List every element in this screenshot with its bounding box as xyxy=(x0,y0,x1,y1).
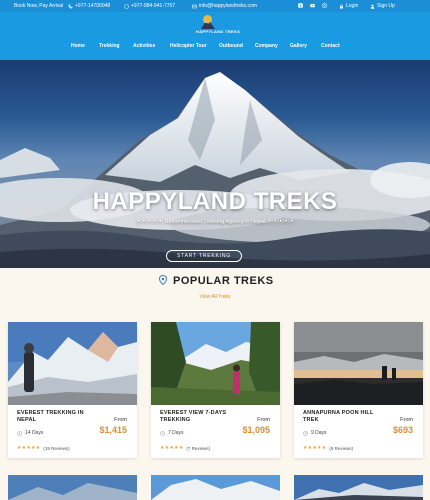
trek-reviews: (8 Reviews) xyxy=(329,445,354,451)
hero-banner: HAPPYLAND TREKS ⦿⦿⦿⦿⦿ Recommended Trekki… xyxy=(0,60,430,268)
phone-link-2[interactable]: +977-984-941-7757 xyxy=(124,3,175,9)
trek-title[interactable]: ANNAPURNA POON HILL TREK xyxy=(303,410,381,423)
trek-price: $1,415 xyxy=(99,425,127,435)
nav-outbound[interactable]: Outbound xyxy=(219,43,243,49)
map-pin-icon xyxy=(159,275,167,285)
trek-from-label: From xyxy=(400,417,413,423)
instagram-icon[interactable] xyxy=(322,3,327,8)
whatsapp-icon xyxy=(124,3,129,9)
nav-company[interactable]: Company xyxy=(255,43,278,49)
signup-link[interactable]: Sign Up xyxy=(370,3,395,9)
trek-rating: ★★★★★ (7 Reviews) xyxy=(160,445,210,451)
site-header: HAPPYLAND TREKS Home Trekking Activities… xyxy=(0,12,430,60)
trek-price: $1,095 xyxy=(242,425,270,435)
email-text: info@happylandtreks.com xyxy=(199,3,257,9)
user-icon xyxy=(370,4,375,9)
trek-image xyxy=(151,322,280,405)
trek-duration: 9 Days xyxy=(303,430,327,436)
trek-duration: 14 Days xyxy=(17,430,43,436)
hero-subtitle: ⦿⦿⦿⦿⦿ Recommended Trekking Agency in Nep… xyxy=(135,219,295,225)
main-nav: Home Trekking Activities Helicopter Tour… xyxy=(0,43,430,53)
hero-title: HAPPYLAND TREKS xyxy=(92,188,338,215)
star-rating-icon: ★★★★★ xyxy=(17,445,41,451)
hero-mountain-image xyxy=(0,72,430,268)
trek-image xyxy=(8,322,137,405)
trek-rating: ★★★★★ (8 Reviews) xyxy=(303,445,353,451)
clock-icon xyxy=(303,430,308,436)
youtube-icon[interactable] xyxy=(310,3,315,8)
phone-icon xyxy=(68,4,73,8)
trek-card-image-partial[interactable] xyxy=(294,475,423,500)
nav-home[interactable]: Home xyxy=(71,43,85,49)
nav-helicopter-tour[interactable]: Helicopter Tour xyxy=(170,43,207,49)
trek-duration: 7 Days xyxy=(160,430,184,436)
start-trekking-button[interactable]: START TREKKING xyxy=(166,250,242,262)
star-rating-icon: ★★★★★ xyxy=(303,445,327,451)
login-label: Login xyxy=(346,3,359,9)
facebook-icon[interactable] xyxy=(298,3,303,8)
trek-image xyxy=(294,322,423,405)
trek-rating: ★★★★★ (15 Reviews) xyxy=(17,445,70,451)
lock-icon xyxy=(340,3,343,8)
nav-contact[interactable]: Contact xyxy=(321,43,340,49)
trek-price: $693 xyxy=(392,425,413,435)
logo[interactable]: HAPPYLAND TREKS xyxy=(196,14,240,38)
trek-from-label: From xyxy=(114,417,127,423)
trek-card-image-partial[interactable] xyxy=(151,475,280,500)
phone-link-1[interactable]: +977-14700048 xyxy=(68,3,110,9)
promo-text: Book Now, Pay Arrival xyxy=(14,3,64,9)
star-rating-icon: ★★★★★ xyxy=(160,445,184,451)
trek-days: 14 Days xyxy=(25,430,44,436)
trek-card-image-partial[interactable] xyxy=(8,475,137,500)
mail-icon xyxy=(192,4,197,8)
trek-title[interactable]: EVEREST TREKKING IN NEPAL xyxy=(17,410,95,423)
nav-trekking[interactable]: Trekking xyxy=(99,43,120,49)
trek-days: 9 Days xyxy=(311,430,327,436)
login-link[interactable]: Login xyxy=(339,3,358,9)
top-bar: Book Now, Pay Arrival +977-14700048 +977… xyxy=(0,0,430,12)
clock-icon xyxy=(17,430,22,436)
email-link[interactable]: info@happylandtreks.com xyxy=(192,3,257,9)
view-all-treks-link[interactable]: View All Treks xyxy=(0,294,430,300)
section-title: POPULAR TREKS xyxy=(173,275,274,287)
trek-card[interactable]: ANNAPURNA POON HILL TREK From $693 9 Day… xyxy=(294,322,423,458)
phone-text-2: +977-984-941-7757 xyxy=(131,3,176,9)
nav-activities[interactable]: Activities xyxy=(133,43,155,49)
phone-text-1: +977-14700048 xyxy=(75,3,111,9)
trek-from-label: From xyxy=(257,417,270,423)
trek-days: 7 Days xyxy=(168,430,184,436)
logo-text: HAPPYLAND TREKS xyxy=(196,29,241,34)
trek-card[interactable]: EVEREST TREKKING IN NEPAL From $1,415 14… xyxy=(8,322,137,458)
logo-mountain-icon xyxy=(201,21,215,29)
nav-gallery[interactable]: Gallery xyxy=(290,43,307,49)
signup-label: Sign Up xyxy=(377,3,395,9)
trek-title[interactable]: EVEREST VIEW 7-DAYS TREKKING xyxy=(160,410,238,423)
clock-icon xyxy=(160,430,165,436)
trek-reviews: (15 Reviews) xyxy=(43,445,70,451)
trek-card[interactable]: EVEREST VIEW 7-DAYS TREKKING From $1,095… xyxy=(151,322,280,458)
trek-reviews: (7 Reviews) xyxy=(186,445,211,451)
